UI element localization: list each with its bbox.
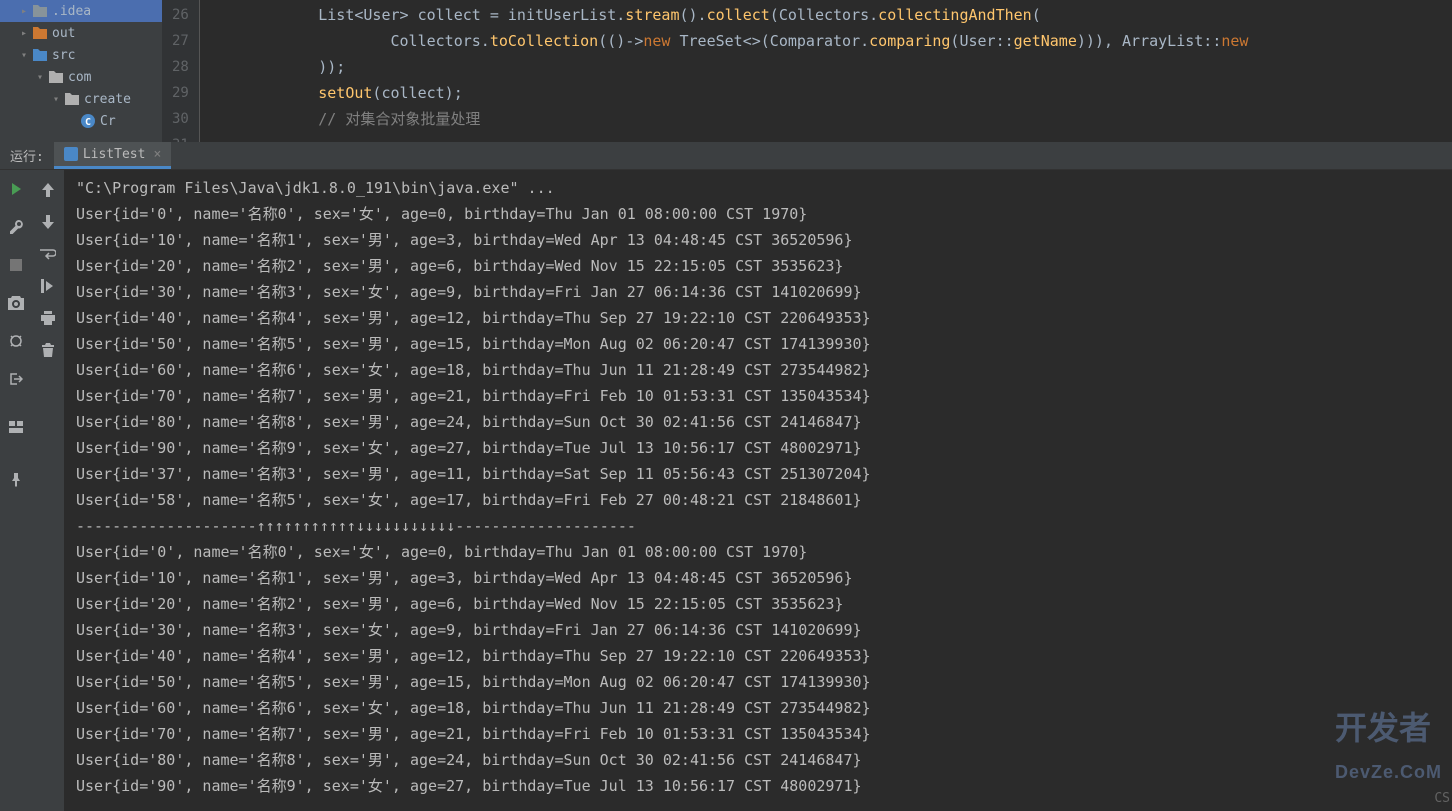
tree-arrow-icon[interactable]: ▾	[48, 94, 64, 105]
console-line: User{id='80', name='名称8', sex='男', age=2…	[76, 409, 1440, 435]
code-line[interactable]: Collectors.toCollection(()->new TreeSet<…	[210, 28, 1442, 54]
line-number[interactable]: 29	[172, 80, 189, 106]
stop-icon[interactable]	[7, 256, 25, 274]
code-line[interactable]: List<User> collect = initUserList.stream…	[210, 2, 1442, 28]
tree-arrow-icon[interactable]: ▾	[32, 72, 48, 83]
console-line: User{id='90', name='名称9', sex='女', age=2…	[76, 773, 1440, 799]
tree-arrow-icon[interactable]: ▸	[16, 28, 32, 39]
console-line: User{id='20', name='名称2', sex='男', age=6…	[76, 591, 1440, 617]
console-output[interactable]: "C:\Program Files\Java\jdk1.8.0_191\bin\…	[64, 170, 1452, 811]
line-number[interactable]: 28	[172, 54, 189, 80]
tree-item-src[interactable]: ▾ src	[0, 44, 162, 66]
editor-gutter: 262728293031	[162, 0, 200, 142]
code-line[interactable]: setOut(collect);	[210, 80, 1442, 106]
watermark: 开发者 DevZe.CoM	[1335, 703, 1442, 786]
code-line[interactable]: // 对集合对象批量处理	[210, 106, 1442, 132]
tree-arrow-icon[interactable]: ▸	[16, 6, 32, 17]
run-tab-bar: 运行: ListTest ×	[0, 142, 1452, 170]
tree-label: .idea	[52, 4, 91, 19]
console-line: User{id='50', name='名称5', sex='男', age=1…	[76, 669, 1440, 695]
pin-icon[interactable]	[7, 471, 25, 489]
folder-idea-icon	[32, 3, 48, 19]
tree-item-Cr[interactable]: C Cr	[0, 110, 162, 132]
down-arrow-icon[interactable]	[38, 212, 58, 232]
tree-arrow-icon[interactable]: ▾	[16, 50, 32, 61]
svg-text:C: C	[85, 117, 91, 128]
run-toolbar-secondary	[32, 170, 64, 811]
project-tree[interactable]: ▸ .idea ▸ out ▾ src ▾ com ▾ create C Cr	[0, 0, 162, 142]
layout-icon[interactable]	[7, 418, 25, 436]
folder-com-icon	[48, 69, 64, 85]
run-tab-name: ListTest	[83, 147, 146, 162]
watermark-small: CS	[1434, 791, 1450, 806]
tree-label: create	[84, 92, 131, 107]
tree-item-.idea[interactable]: ▸ .idea	[0, 0, 162, 22]
camera-icon[interactable]	[7, 294, 25, 312]
tree-item-create[interactable]: ▾ create	[0, 88, 162, 110]
class-icon: C	[80, 113, 96, 129]
wrench-icon[interactable]	[7, 218, 25, 236]
console-line: User{id='10', name='名称1', sex='男', age=3…	[76, 565, 1440, 591]
console-line: User{id='50', name='名称5', sex='男', age=1…	[76, 331, 1440, 357]
console-line: User{id='20', name='名称2', sex='男', age=6…	[76, 253, 1440, 279]
line-number[interactable]: 26	[172, 2, 189, 28]
console-line: User{id='60', name='名称6', sex='女', age=1…	[76, 357, 1440, 383]
tree-label: Cr	[100, 114, 116, 129]
code-line[interactable]: ));	[210, 54, 1442, 80]
folder-src-icon	[32, 47, 48, 63]
soft-wrap-icon[interactable]	[38, 244, 58, 264]
console-line: "C:\Program Files\Java\jdk1.8.0_191\bin\…	[76, 175, 1440, 201]
console-line: User{id='40', name='名称4', sex='男', age=1…	[76, 643, 1440, 669]
console-line: User{id='0', name='名称0', sex='女', age=0,…	[76, 539, 1440, 565]
line-number[interactable]: 27	[172, 28, 189, 54]
console-line: User{id='70', name='名称7', sex='男', age=2…	[76, 721, 1440, 747]
run-toolbar-primary	[0, 170, 32, 811]
console-line: User{id='30', name='名称3', sex='女', age=9…	[76, 617, 1440, 643]
console-line: User{id='60', name='名称6', sex='女', age=1…	[76, 695, 1440, 721]
console-line: User{id='37', name='名称3', sex='男', age=1…	[76, 461, 1440, 487]
tree-item-out[interactable]: ▸ out	[0, 22, 162, 44]
tree-label: com	[68, 70, 91, 85]
up-arrow-icon[interactable]	[38, 180, 58, 200]
tree-item-com[interactable]: ▾ com	[0, 66, 162, 88]
run-label: 运行:	[0, 142, 54, 169]
debug-icon[interactable]	[7, 332, 25, 350]
console-line: User{id='30', name='名称3', sex='女', age=9…	[76, 279, 1440, 305]
tree-label: out	[52, 26, 75, 41]
code-editor[interactable]: 262728293031 List<User> collect = initUs…	[162, 0, 1452, 142]
folder-create-icon	[64, 91, 80, 107]
console-line: User{id='80', name='名称8', sex='男', age=2…	[76, 747, 1440, 773]
console-line: User{id='90', name='名称9', sex='女', age=2…	[76, 435, 1440, 461]
run-button[interactable]	[7, 180, 25, 198]
scroll-to-end-icon[interactable]	[38, 276, 58, 296]
tree-label: src	[52, 48, 75, 63]
console-line: --------------------↑↑↑↑↑↑↑↑↑↑↑↓↓↓↓↓↓↓↓↓…	[76, 513, 1440, 539]
console-line: User{id='0', name='名称0', sex='女', age=0,…	[76, 201, 1440, 227]
run-config-icon	[64, 147, 78, 161]
console-line: User{id='10', name='名称1', sex='男', age=3…	[76, 227, 1440, 253]
trash-icon[interactable]	[38, 340, 58, 360]
console-line: User{id='58', name='名称5', sex='女', age=1…	[76, 487, 1440, 513]
console-line: User{id='40', name='名称4', sex='男', age=1…	[76, 305, 1440, 331]
close-tab-icon[interactable]: ×	[153, 147, 161, 162]
console-line: User{id='70', name='名称7', sex='男', age=2…	[76, 383, 1440, 409]
line-number[interactable]: 30	[172, 106, 189, 132]
exit-icon[interactable]	[7, 370, 25, 388]
run-tab[interactable]: ListTest ×	[54, 142, 171, 169]
folder-out-icon	[32, 25, 48, 41]
editor-content[interactable]: List<User> collect = initUserList.stream…	[200, 0, 1452, 142]
print-icon[interactable]	[38, 308, 58, 328]
